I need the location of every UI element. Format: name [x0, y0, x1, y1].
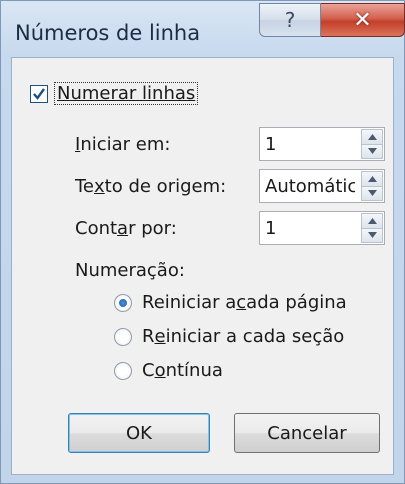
radio-label-part: Reiniciar a	[142, 292, 237, 313]
radio-label-part: ada página	[246, 292, 347, 313]
cancel-button[interactable]: Cancelar	[234, 413, 380, 453]
label-part: r por:	[128, 218, 177, 239]
radio-continua[interactable]: Co ntínua	[114, 360, 223, 381]
spin-down-button[interactable]	[361, 144, 383, 159]
radio-label-accelerator: e	[154, 326, 166, 347]
spin-up-button[interactable]	[361, 171, 383, 187]
spin-down-button[interactable]	[361, 228, 383, 243]
close-button[interactable]: ✕	[321, 3, 405, 37]
numeracao-label: Numeração:	[75, 260, 185, 281]
radio-button[interactable]	[114, 327, 132, 346]
texto-de-origem-spinner[interactable]: Automátic	[259, 169, 385, 203]
iniciar-em-value[interactable]: 1	[265, 134, 355, 155]
label-part: Cont	[75, 218, 118, 239]
numerar-linhas-checkbox[interactable]: Numerar linhas	[30, 82, 199, 105]
arrow-down-icon	[367, 232, 377, 239]
spin-buttons	[361, 129, 383, 159]
radio-button[interactable]	[114, 361, 132, 380]
radio-label-part: C	[142, 360, 155, 381]
help-button[interactable]: ?	[259, 3, 321, 37]
numerar-linhas-text: Numerar linhas	[57, 83, 196, 104]
close-icon: ✕	[353, 7, 372, 33]
arrow-up-icon	[367, 133, 377, 140]
contar-por-label: Cont a r por:	[75, 218, 177, 239]
label-part: Te	[75, 176, 95, 197]
arrow-down-icon	[367, 148, 377, 155]
radio-reiniciar-secao[interactable]: Re iniciar a cada seção	[114, 326, 344, 347]
spin-buttons	[361, 213, 383, 243]
radio-label-accelerator: c	[236, 292, 247, 313]
spin-buttons	[361, 171, 383, 201]
radio-label-part: R	[142, 326, 155, 347]
texto-de-origem-value[interactable]: Automátic	[265, 176, 355, 197]
spin-down-button[interactable]	[361, 186, 383, 201]
texto-de-origem-label: Te x to de origem:	[75, 176, 226, 197]
radio-button[interactable]	[114, 293, 132, 312]
dialog-client-area: Numerar linhas Iniciar em: 1 Te x to de or…	[11, 57, 394, 475]
numerar-linhas-label: Numerar linhas	[54, 82, 199, 105]
dialog-title: Números de linha	[15, 21, 201, 45]
spin-up-button[interactable]	[361, 129, 383, 145]
ok-button[interactable]: OK	[68, 413, 210, 453]
label-accelerator: a	[117, 218, 129, 239]
checkmark-icon	[33, 87, 45, 100]
radio-label-part: iniciar a cada seção	[165, 326, 345, 347]
arrow-up-icon	[367, 217, 377, 224]
checkbox-box[interactable]	[30, 84, 48, 103]
iniciar-em-spinner[interactable]: 1	[259, 127, 385, 161]
arrow-down-icon	[367, 190, 377, 197]
contar-por-value[interactable]: 1	[265, 218, 355, 239]
caption-buttons: ? ✕	[259, 3, 405, 39]
label-part: to de origem:	[104, 176, 227, 197]
contar-por-spinner[interactable]: 1	[259, 211, 385, 245]
label-part: niciar em:	[80, 134, 171, 155]
radio-reiniciar-pagina[interactable]: Reiniciar a c ada página	[114, 292, 347, 313]
iniciar-em-label: Iniciar em:	[75, 134, 170, 155]
radio-label-accelerator: o	[154, 360, 166, 381]
spin-up-button[interactable]	[361, 213, 383, 229]
arrow-up-icon	[367, 175, 377, 182]
radio-label-part: ntínua	[165, 360, 223, 381]
radio-selected-dot	[119, 298, 127, 307]
help-icon: ?	[284, 8, 296, 32]
dialog-window: Números de linha ? ✕ Numerar linhas Inic…	[0, 0, 405, 484]
label-accelerator: x	[94, 176, 105, 197]
